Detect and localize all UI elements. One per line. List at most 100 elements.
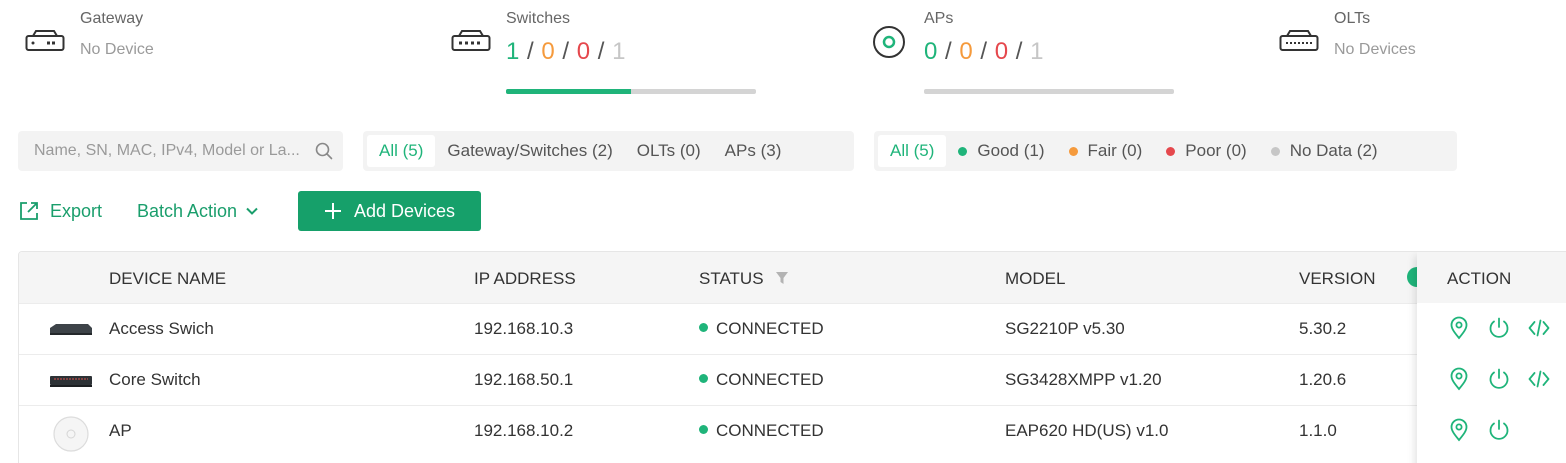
table-row[interactable]: AP 192.168.10.2 CONNECTED EAP620 HD(US) … [19,405,1566,456]
column-status[interactable]: STATUS [699,269,789,289]
status-dot-icon [699,374,708,383]
model: SG2210P v5.30 [1005,319,1125,338]
status: CONNECTED [699,370,824,390]
plus-icon [324,203,341,219]
device-name[interactable]: Core Switch [109,370,201,390]
switch-thumbnail-icon [47,367,95,395]
switches-pending-count: 0 [541,38,556,65]
add-devices-button[interactable]: Add Devices [298,191,481,231]
tab-no-data-label: No Data (2) [1289,141,1378,160]
search-icon[interactable] [315,142,333,160]
filter-icon[interactable] [776,271,789,285]
device-name[interactable]: AP [109,421,132,441]
batch-action-label: Batch Action [137,200,238,221]
tab-all-types[interactable]: All (5) [367,135,436,167]
tab-fair-label: Fair (0) [1087,141,1143,160]
column-version[interactable]: VERSION [1299,269,1376,289]
model: EAP620 HD(US) v1.0 [1005,421,1169,440]
status-label: CONNECTED [716,319,824,338]
device-type-filter: All (5) Gateway/Switches (2) OLTs (0) AP… [363,131,854,171]
switches-counts: 1 / 0 / 0 / 1 [506,38,626,65]
cli-icon[interactable] [1527,316,1551,340]
tab-good[interactable]: Good (1) [946,135,1056,167]
tab-poor-label: Poor (0) [1185,141,1247,160]
aps-pending-count: 0 [959,38,974,65]
gateway-subtitle: No Device [80,41,154,58]
status-label: CONNECTED [716,421,824,440]
status-label: CONNECTED [716,370,824,389]
switches-total-count: 1 [612,38,626,65]
olts-title: OLTs [1334,10,1371,27]
ip-address: 192.168.50.1 [474,370,574,389]
column-status-label: STATUS [699,269,764,288]
table-row[interactable]: Access Swich 192.168.10.3 CONNECTED SG22… [19,303,1566,354]
column-model[interactable]: MODEL [1005,269,1065,289]
tab-all-health[interactable]: All (5) [878,135,947,167]
locate-icon[interactable] [1447,367,1471,391]
tab-good-label: Good (1) [977,141,1045,160]
reboot-icon[interactable] [1487,418,1511,442]
aps-disconnected-count: 0 [994,38,1009,65]
action-column: ACTION [1417,252,1566,463]
locate-icon[interactable] [1447,316,1471,340]
device-name[interactable]: Access Swich [109,319,214,339]
export-icon [20,202,38,220]
good-dot-icon [958,146,968,156]
no-data-dot-icon [1270,146,1280,156]
tab-gateway-switches[interactable]: Gateway/Switches (2) [435,135,624,167]
export-button[interactable]: Export [18,191,102,231]
aps-title: APs [924,10,954,27]
aps-total-count: 1 [1030,38,1044,65]
device-summary: Gateway No Device Switches 1 / 0 / 0 / 1… [0,0,1566,120]
tab-no-data[interactable]: No Data (2) [1259,135,1390,167]
reboot-icon[interactable] [1487,316,1511,340]
model: SG3428XMPP v1.20 [1005,370,1162,389]
tab-fair[interactable]: Fair (0) [1057,135,1155,167]
aps-progress-bar [924,89,1174,94]
poor-dot-icon [1166,146,1176,156]
search-input[interactable] [18,131,308,171]
status: CONNECTED [699,421,824,441]
switches-title: Switches [506,10,571,27]
ap-thumbnail-icon [47,416,95,452]
ip-address: 192.168.10.3 [474,319,574,338]
gateway-icon [25,22,65,62]
olts-subtitle: No Devices [1334,41,1416,58]
switch-icon [451,22,491,62]
switch-thumbnail-icon [47,316,95,344]
version: 1.20.6 [1299,370,1347,389]
ip-address: 192.168.10.2 [474,421,574,440]
health-filter: All (5) Good (1) Fair (0) Poor (0) No Da… [874,131,1457,171]
version: 1.1.0 [1299,421,1337,440]
tab-poor[interactable]: Poor (0) [1154,135,1258,167]
status: CONNECTED [699,319,824,339]
fair-dot-icon [1068,146,1078,156]
gateway-title: Gateway [80,10,144,27]
cli-icon[interactable] [1527,367,1551,391]
search-box [18,131,343,171]
export-label: Export [50,200,103,221]
locate-icon[interactable] [1447,418,1471,442]
switches-connected-count: 1 [506,38,520,65]
device-table: DEVICE NAME IP ADDRESS STATUS MODEL VERS… [18,251,1566,463]
olt-icon [1279,22,1319,62]
ap-icon [869,22,909,62]
batch-action-dropdown[interactable]: Batch Action [137,191,259,231]
table-row[interactable]: Core Switch 192.168.50.1 CONNECTED SG342… [19,354,1566,405]
table-header: DEVICE NAME IP ADDRESS STATUS MODEL VERS… [19,252,1566,303]
column-device-name[interactable]: DEVICE NAME [109,269,226,289]
status-dot-icon [699,323,708,332]
reboot-icon[interactable] [1487,367,1511,391]
tab-olts[interactable]: OLTs (0) [625,135,713,167]
switches-progress-bar [506,89,756,94]
switches-disconnected-count: 0 [576,38,591,65]
column-action: ACTION [1447,269,1512,288]
column-ip-address[interactable]: IP ADDRESS [474,269,576,289]
version: 5.30.2 [1299,319,1347,338]
tab-aps[interactable]: APs (3) [713,135,794,167]
status-dot-icon [699,425,708,434]
add-devices-label: Add Devices [353,200,456,221]
chevron-down-icon [246,207,258,215]
aps-connected-count: 0 [924,38,938,65]
aps-counts: 0 / 0 / 0 / 1 [924,38,1044,65]
